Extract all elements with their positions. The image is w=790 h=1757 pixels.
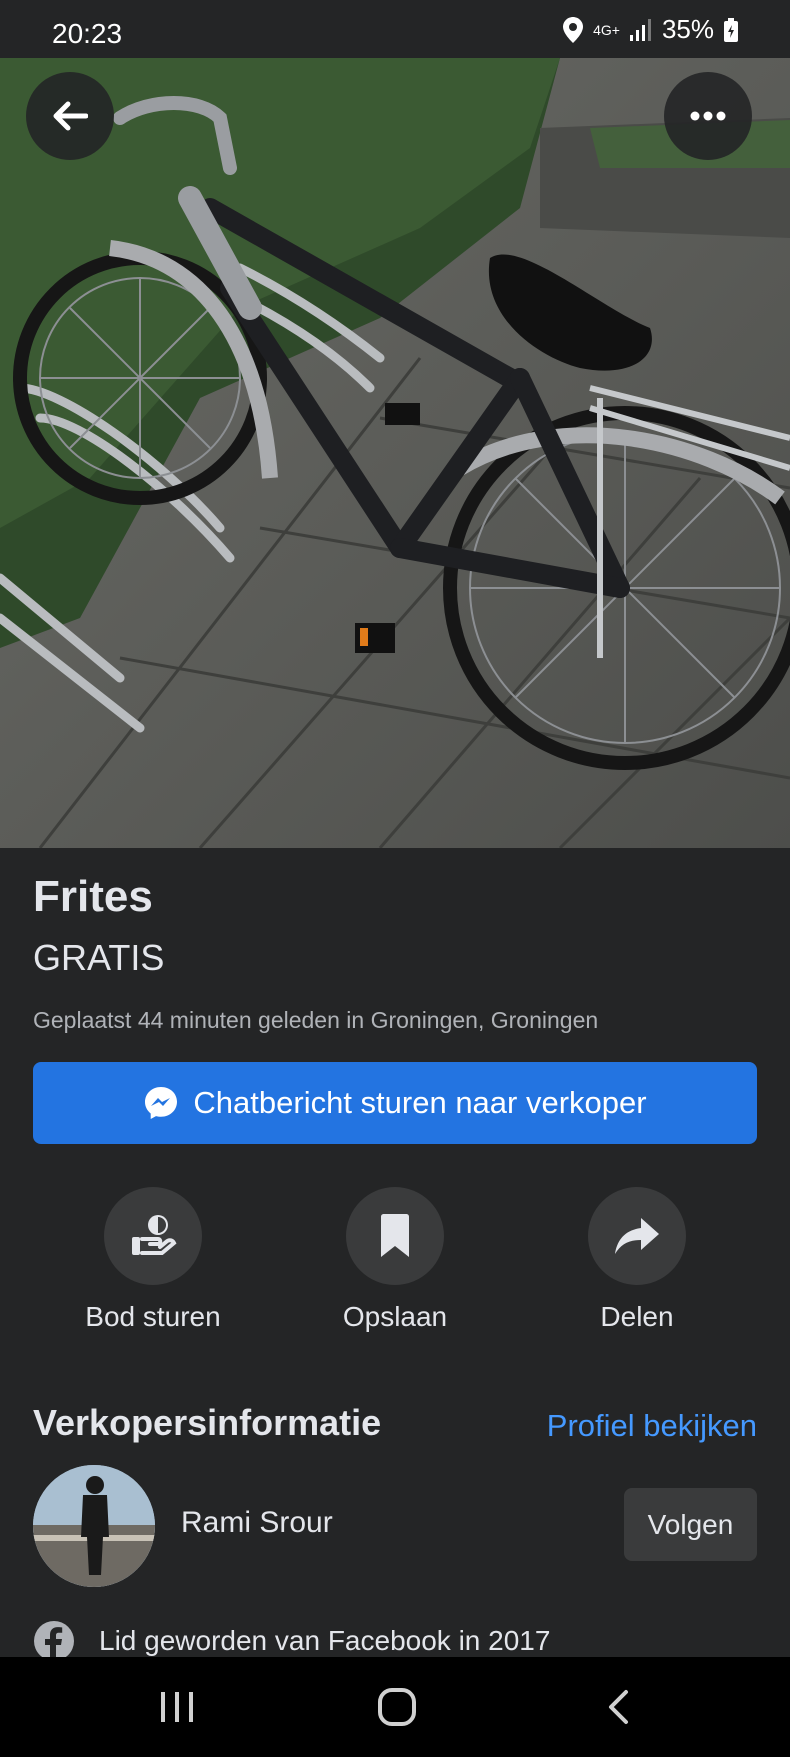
messenger-icon [145,1087,178,1119]
listing-posted-info: Geplaatst 44 minuten geleden in Groninge… [33,1007,599,1033]
home-icon [378,1688,416,1726]
make-offer-label: Bod sturen [85,1301,221,1332]
battery-icon [724,17,738,42]
listing-price: GRATIS [33,937,165,978]
seller-info-heading: Verkopersinformatie [33,1402,382,1443]
share-arrow-icon [615,1218,659,1254]
save-action[interactable]: Opslaan [295,1187,495,1333]
status-bar: 20:23 4G+ 35% [0,0,790,58]
member-since-row: Lid geworden van Facebook in 2017 [33,1620,550,1662]
recent-apps-icon [161,1692,193,1722]
chevron-left-icon [609,1690,628,1724]
view-profile-link[interactable]: Profiel bekijken [547,1408,757,1444]
status-icons: 4G+ 35% [563,14,738,45]
system-navigation-bar [0,1657,790,1757]
listing-title: Frites [33,872,153,921]
arrow-left-icon [53,101,88,131]
more-options-button[interactable] [664,72,752,160]
battery-percent: 35% [661,14,714,44]
listing-photo[interactable] [0,58,790,848]
home-button[interactable] [367,1687,427,1727]
make-offer-action[interactable]: Bod sturen [53,1187,253,1333]
share-action[interactable]: Delen [537,1187,737,1333]
location-icon [563,16,584,43]
system-back-button[interactable] [588,1687,648,1727]
follow-button[interactable]: Volgen [624,1488,757,1561]
facebook-icon [34,1621,74,1661]
seller-avatar[interactable] [33,1465,155,1587]
offer-hand-icon [132,1215,177,1255]
save-label: Opslaan [342,1301,448,1332]
signal-icon [629,18,651,41]
back-button[interactable] [26,72,114,160]
status-time: 20:23 [52,18,123,49]
message-seller-label: Chatbericht sturen naar verkoper [193,1085,647,1120]
seller-name[interactable]: Rami Srour [181,1506,333,1540]
bookmark-icon [381,1214,409,1257]
share-label: Delen [600,1301,674,1332]
message-seller-button[interactable]: Chatbericht sturen naar verkoper [33,1062,757,1144]
member-since-text: Lid geworden van Facebook in 2017 [99,1625,551,1656]
network-type: 4G+ [593,21,620,38]
recent-apps-button[interactable] [147,1687,207,1727]
more-horizontal-icon [690,111,726,121]
